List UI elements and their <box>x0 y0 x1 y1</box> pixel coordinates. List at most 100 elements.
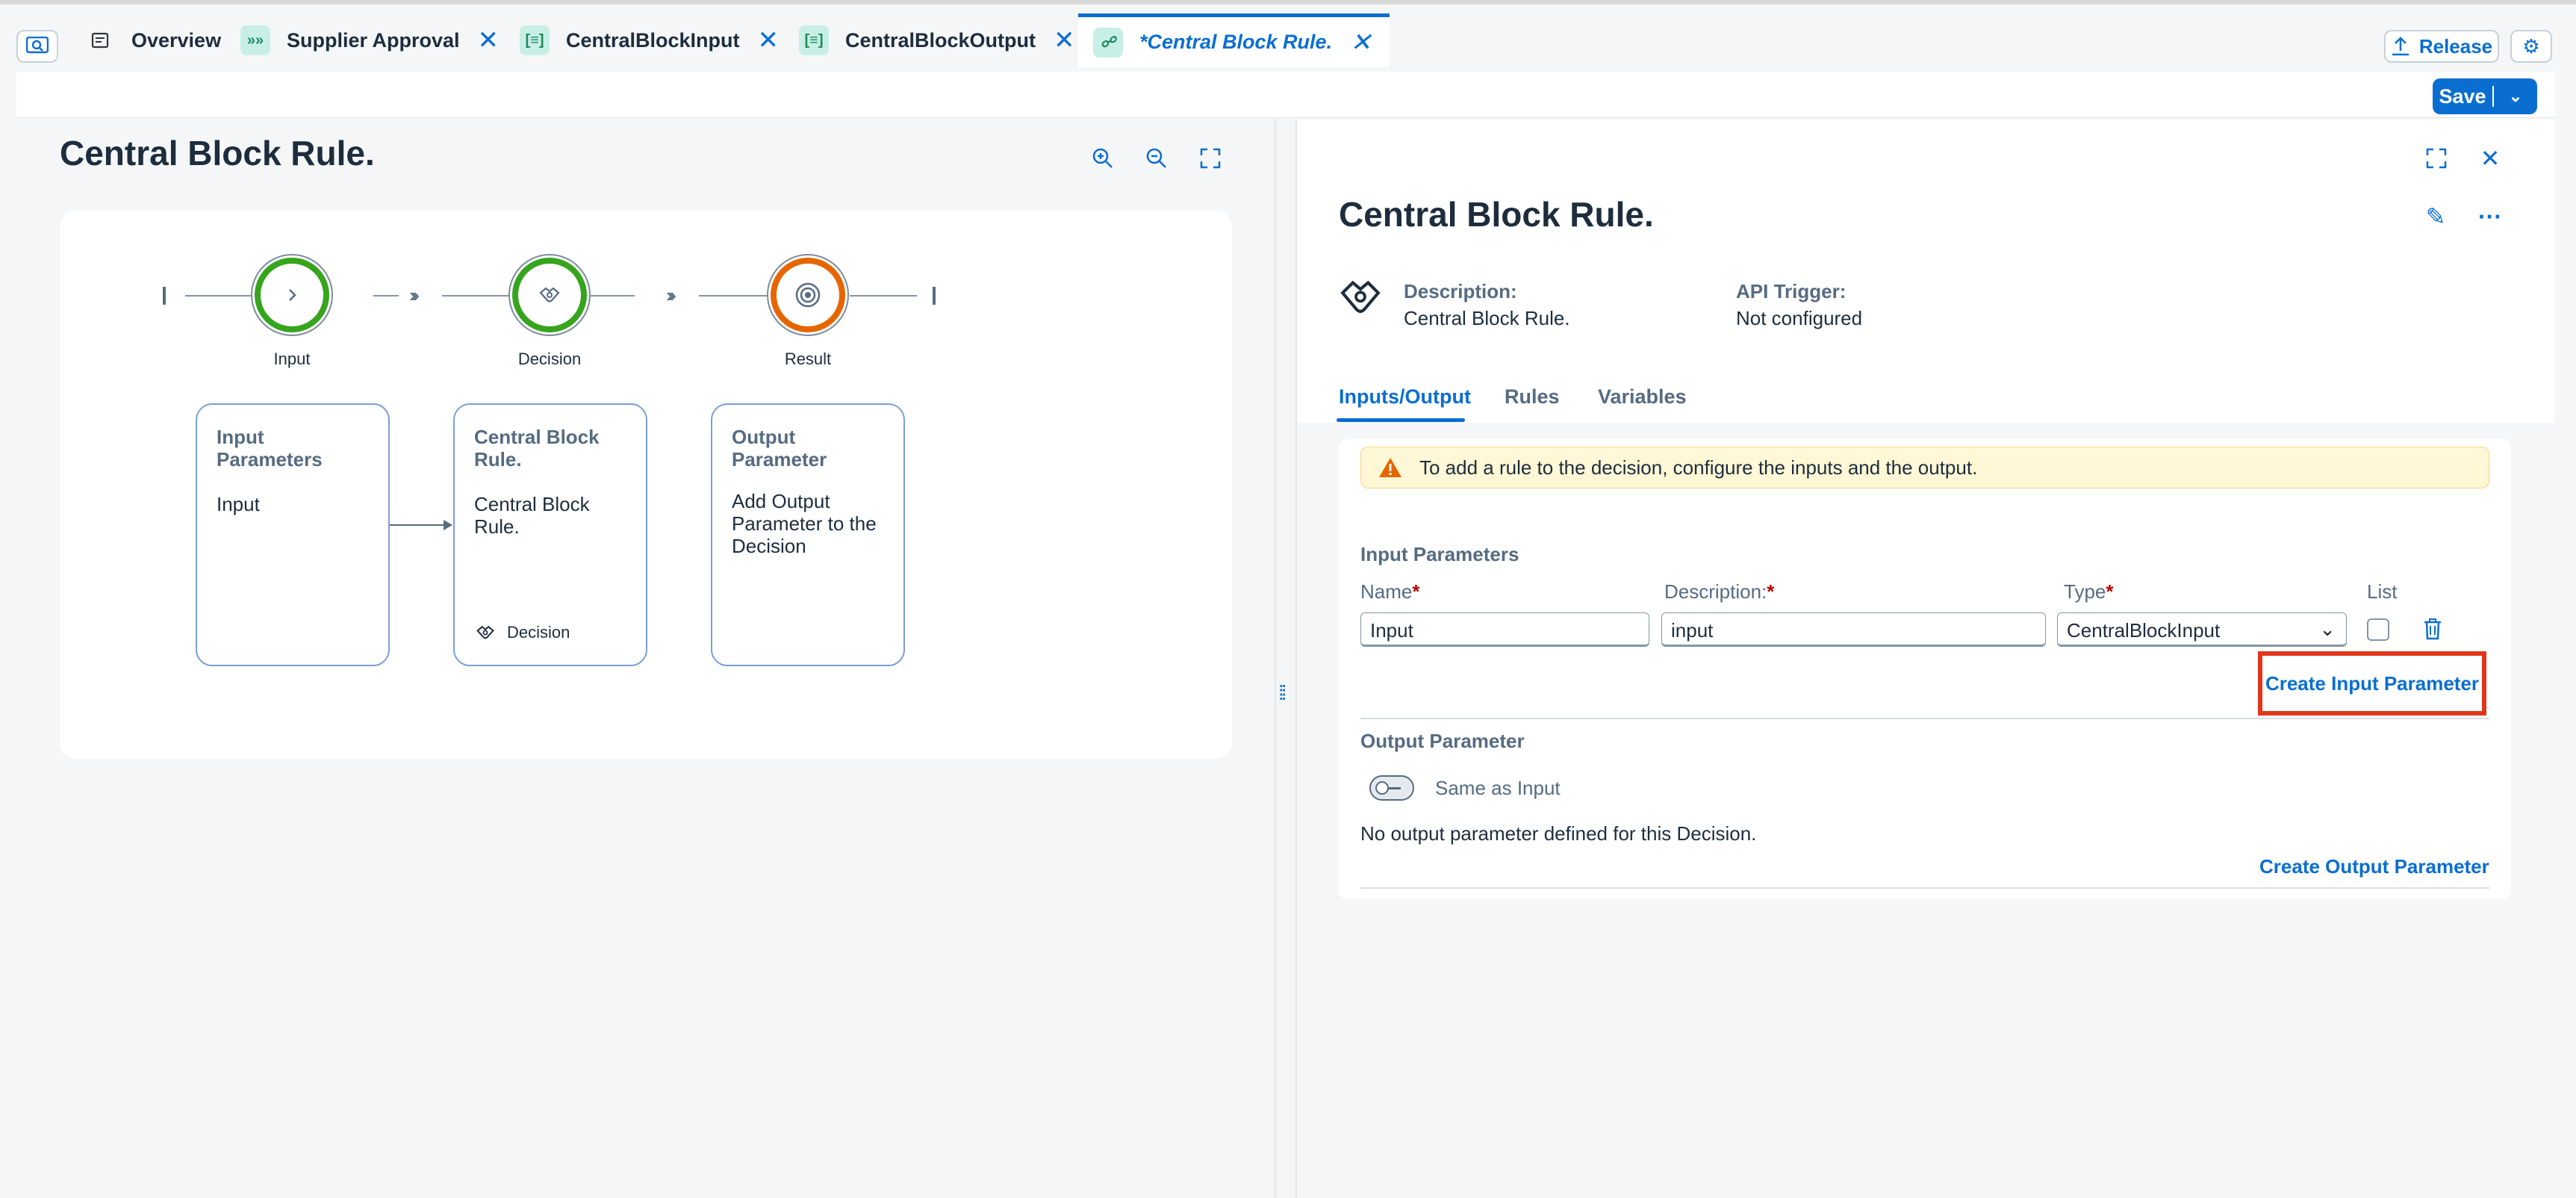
tab-variables[interactable]: Variables <box>1598 385 1687 409</box>
active-tab-indicator <box>1337 418 1465 422</box>
card-title: Input Parameters <box>217 426 323 471</box>
search-button[interactable] <box>16 30 58 63</box>
trash-icon <box>2424 618 2441 640</box>
warning-text: To add a rule to the decision, configure… <box>1419 456 1978 479</box>
node-label-decision: Decision <box>517 350 582 368</box>
flow-end-marker <box>933 287 936 305</box>
expand-icon <box>2426 148 2447 169</box>
api-trigger-label: API Trigger: <box>1736 280 1847 302</box>
flow-connector <box>590 295 635 297</box>
card-body: Central Block Rule. <box>474 493 590 538</box>
card-body: Input <box>217 493 260 515</box>
tab-label: CentralBlockInput <box>566 28 740 52</box>
warning-message-strip: To add a rule to the decision, configure… <box>1360 447 2489 488</box>
chevrons-icon: ››› <box>666 284 676 306</box>
output-parameter-heading: Output Parameter <box>1360 730 1525 752</box>
process-icon: »» <box>240 25 270 55</box>
page-title: Central Block Rule. <box>60 134 375 173</box>
close-icon[interactable]: ✕ <box>758 28 780 53</box>
input-parameters-card[interactable]: Input Parameters Input <box>196 403 390 666</box>
chevron-down-icon[interactable]: ⌄ <box>2494 87 2537 106</box>
delete-row-button[interactable] <box>2418 612 2448 645</box>
list-column-label: List <box>2367 580 2398 603</box>
more-button[interactable]: ··· <box>2474 200 2507 233</box>
type-select[interactable]: CentralBlockInput ⌄ <box>2057 612 2347 647</box>
release-button[interactable]: Release <box>2384 30 2499 63</box>
tab-label: *Central Block Rule. <box>1139 31 1333 53</box>
decision-icon <box>539 287 560 302</box>
tab-centralblockoutput[interactable]: [≡] CentralBlockOutput ✕ <box>799 13 1075 67</box>
close-icon[interactable]: ✕ <box>1054 28 1075 53</box>
close-icon: ✕ <box>2480 145 2501 172</box>
arrowhead-icon <box>444 520 452 530</box>
expand-icon <box>1200 148 1221 169</box>
decision-card[interactable]: Central Block Rule. Central Block Rule. … <box>453 403 647 666</box>
zoom-in-button[interactable] <box>1086 142 1119 175</box>
drag-handle-icon[interactable]: ⁞⁞ <box>1278 681 1287 705</box>
chevron-down-icon: ⌄ <box>2319 618 2336 640</box>
upload-icon <box>2392 37 2409 56</box>
header-toolbar <box>16 72 2555 118</box>
more-icon: ··· <box>2478 202 2502 230</box>
flow-connector <box>699 295 769 297</box>
panel-splitter[interactable] <box>1275 120 1297 1198</box>
no-output-message: No output parameter defined for this Dec… <box>1360 822 1757 845</box>
flow-connector <box>442 295 509 297</box>
tab-label: CentralBlockOutput <box>845 28 1036 52</box>
gear-icon: ⚙ <box>2522 34 2540 58</box>
zoom-out-icon <box>1146 148 1166 168</box>
description-field[interactable]: input <box>1661 612 2046 647</box>
decision-node[interactable] <box>508 254 591 336</box>
section-divider <box>1360 887 2489 889</box>
close-icon[interactable]: ✕ <box>1350 30 1372 55</box>
card-footer: Decision <box>474 623 570 642</box>
save-button[interactable]: Save ⌄ <box>2433 78 2537 114</box>
same-as-input-toggle[interactable] <box>1369 775 1414 801</box>
fit-to-screen-button[interactable] <box>1194 142 1227 175</box>
output-parameter-card[interactable]: Output Parameter Add Output Parameter to… <box>711 403 905 666</box>
name-field[interactable]: Input <box>1360 612 1649 647</box>
result-node[interactable] <box>767 254 849 336</box>
tab-rules[interactable]: Rules <box>1505 385 1560 409</box>
search-icon <box>26 37 49 54</box>
chevron-right-icon <box>289 289 296 301</box>
flow-arrow <box>390 524 448 526</box>
tab-centralblockinput[interactable]: [≡] CentralBlockInput ✕ <box>520 13 779 67</box>
details-title: Central Block Rule. <box>1339 195 1654 234</box>
zoom-out-button[interactable] <box>1140 142 1173 175</box>
same-as-input-label: Same as Input <box>1435 777 1561 799</box>
name-column-label: Name* <box>1360 580 1420 603</box>
zoom-in-icon <box>1092 148 1113 168</box>
create-output-parameter-button[interactable]: Create Output Parameter <box>2259 855 2489 878</box>
node-label-result: Result <box>784 350 832 368</box>
card-footer-label: Decision <box>507 623 570 642</box>
tab-label: Overview <box>131 28 222 52</box>
input-node[interactable] <box>251 254 333 336</box>
card-title: Central Block Rule. <box>474 426 600 471</box>
edit-button[interactable]: ✎ <box>2419 200 2452 233</box>
tab-central-block-rule[interactable]: ☍ *Central Block Rule. ✕ <box>1078 13 1390 67</box>
close-icon[interactable]: ✕ <box>478 28 500 53</box>
description-label: Description: <box>1404 280 1517 302</box>
tab-inputs-output[interactable]: Inputs/Output <box>1339 385 1471 409</box>
tab-supplier-approval[interactable]: »» Supplier Approval ✕ <box>240 13 499 67</box>
close-panel-button[interactable]: ✕ <box>2474 142 2507 175</box>
type-column-label: Type* <box>2064 580 2114 603</box>
card-title: Output Parameter <box>732 426 827 471</box>
card-body: Add Output Parameter to the Decision <box>732 490 877 557</box>
create-input-parameter-button[interactable]: Create Input Parameter <box>2258 651 2486 716</box>
fullscreen-button[interactable] <box>2420 142 2453 175</box>
tab-overview[interactable]: Overview <box>85 13 221 67</box>
description-value: Central Block Rule. <box>1404 307 1570 329</box>
settings-button[interactable]: ⚙ <box>2510 30 2552 63</box>
warning-icon <box>1379 458 1401 477</box>
list-checkbox[interactable] <box>2367 618 2389 641</box>
decision-icon: ☍ <box>1093 27 1123 58</box>
decision-icon <box>476 625 494 639</box>
type-select-value: CentralBlockInput <box>2067 619 2221 642</box>
flow-connector <box>185 295 251 297</box>
flow-connector <box>850 295 917 297</box>
data-type-icon: [≡] <box>799 25 829 55</box>
save-label: Save <box>2433 86 2494 107</box>
release-label: Release <box>2418 34 2493 58</box>
